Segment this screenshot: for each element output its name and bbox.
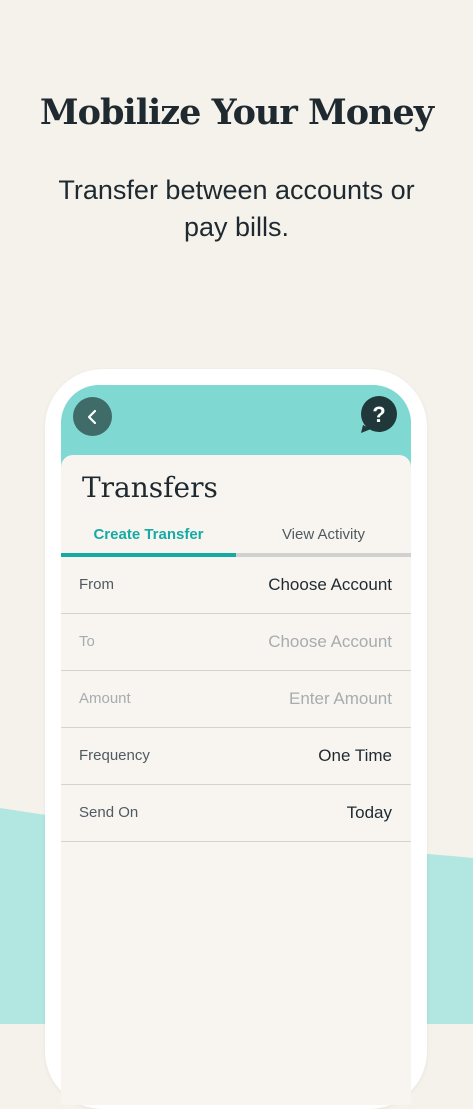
help-button[interactable]: ?: [359, 395, 399, 435]
from-label: From: [79, 576, 114, 593]
form-row-frequency[interactable]: Frequency One Time: [61, 728, 411, 785]
form-row-to[interactable]: To Choose Account: [61, 614, 411, 671]
amount-label: Amount: [79, 690, 131, 707]
amount-input[interactable]: Enter Amount: [289, 689, 392, 709]
to-account-select[interactable]: Choose Account: [268, 632, 392, 652]
tab-bar: Create Transfer View Activity: [61, 517, 411, 557]
to-label: To: [79, 633, 95, 650]
form-row-from[interactable]: From Choose Account: [61, 557, 411, 614]
tab-create-transfer[interactable]: Create Transfer: [61, 517, 236, 554]
frequency-select[interactable]: One Time: [318, 746, 392, 766]
app-screen: ? Transfers Create Transfer View Activit…: [61, 385, 411, 1105]
back-button[interactable]: [73, 397, 112, 436]
form-row-send-on[interactable]: Send On Today: [61, 785, 411, 842]
hero-subhead: Transfer between accounts or pay bills.: [58, 175, 415, 242]
phone-frame: ? Transfers Create Transfer View Activit…: [45, 369, 427, 1109]
question-bubble-icon: ?: [361, 396, 397, 433]
transfers-sheet: Transfers Create Transfer View Activity …: [61, 455, 411, 1105]
frequency-label: Frequency: [79, 747, 150, 764]
chevron-left-icon: [87, 409, 96, 424]
send-on-date-select[interactable]: Today: [347, 803, 392, 823]
svg-text:?: ?: [372, 402, 385, 427]
from-account-select[interactable]: Choose Account: [268, 575, 392, 595]
transfer-form: From Choose Account To Choose Account Am…: [61, 557, 411, 842]
page-title: Transfers: [82, 471, 218, 504]
hero-headline: Mobilize Your Money: [39, 92, 434, 133]
tab-view-activity[interactable]: View Activity: [236, 517, 411, 554]
send-on-label: Send On: [79, 804, 139, 821]
form-row-amount[interactable]: Amount Enter Amount: [61, 671, 411, 728]
